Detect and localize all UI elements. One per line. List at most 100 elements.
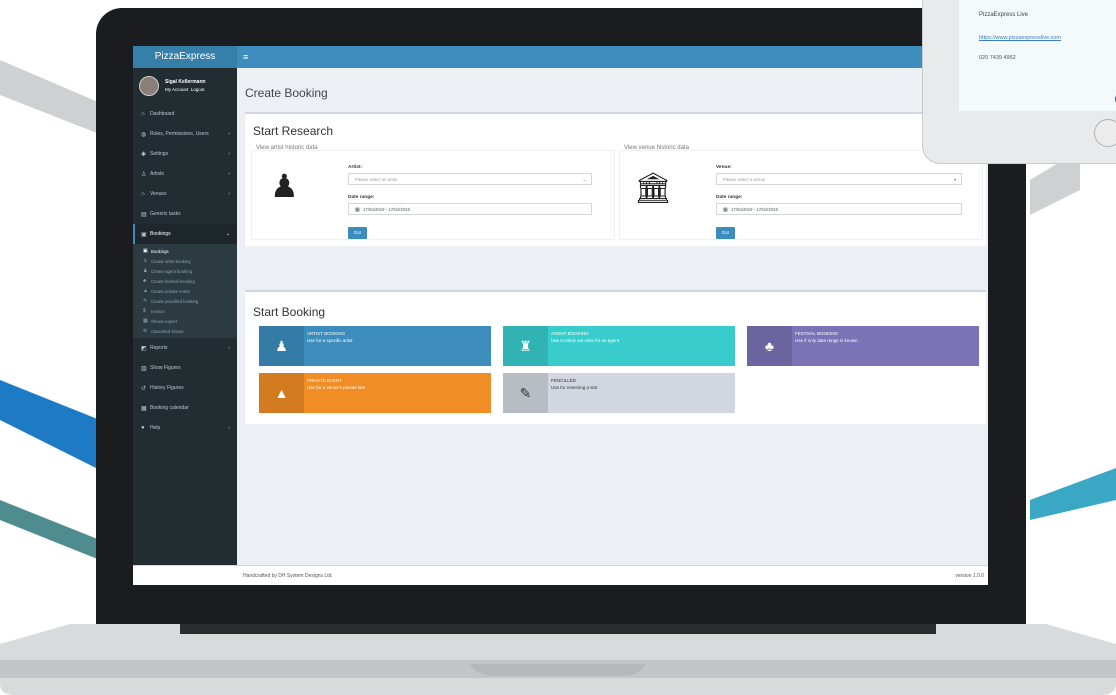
submenu-item[interactable]: ⊘ Cancelled shows: [133, 326, 237, 336]
submenu-item[interactable]: ♣ Create festival booking: [133, 276, 237, 286]
calendar-icon: ▦: [723, 207, 728, 213]
sidebar-menu: ⌂ Dashboard ◍ Roles, Permissions, Users ‹ ✱ Se…: [133, 104, 237, 244]
submenu-icon: ▦: [143, 318, 148, 324]
building-icon: 🏛: [634, 172, 673, 205]
chevron-icon: ‹: [228, 191, 230, 197]
venue-go-button[interactable]: Go!: [716, 227, 735, 239]
booking-box: Start Booking ♟ ARTIST BOOKING Use for a s…: [245, 290, 986, 424]
page-title: Create Booking: [245, 86, 328, 100]
sidebar-item-label: History Figures: [150, 385, 184, 391]
artist-section-label: View artist historic data: [256, 145, 318, 151]
tablet-device: PizzaExpress Live https://www.pizzaexpre…: [922, 0, 1116, 164]
my-account-link[interactable]: My Account: [165, 87, 188, 92]
sidebar-item-label: Venues: [150, 191, 167, 197]
gear-icon: ✱: [141, 151, 147, 158]
venue-section-label: View venue historic data: [624, 145, 689, 151]
chevron-icon: ‹: [228, 151, 230, 157]
pencil-icon: ✎: [503, 373, 548, 413]
venue-date-range-input[interactable]: ▦ 17/04/2018 - 17/04/2018: [716, 203, 962, 215]
calendar-icon: ▦: [355, 207, 360, 213]
artist-date-label: Date range:: [348, 195, 375, 200]
footer-version: version 1.0.0: [955, 573, 984, 579]
brand-logo[interactable]: PizzaExpress: [133, 46, 237, 68]
sidebar: PizzaExpress Sigal Kellermann My Account…: [133, 46, 237, 565]
submenu-item[interactable]: $ Invoice: [133, 306, 237, 316]
lock-icon: ▲: [259, 373, 304, 413]
sidebar-item-label: Dashboard: [150, 111, 175, 117]
sidebar-item-help[interactable]: ● Help ‹: [133, 418, 237, 438]
venue-label: Venue:: [716, 165, 732, 170]
menu-toggle-icon[interactable]: ≡: [243, 52, 248, 62]
submenu-item[interactable]: ▣ Bookings: [133, 246, 237, 256]
submenu-item[interactable]: ♟ Create agent booking: [133, 266, 237, 276]
submenu-icon: ✎: [143, 298, 148, 304]
bookings-submenu: ▣ Bookings ♙ Create artist booking ♟ Create a…: [133, 244, 237, 338]
chevron-icon: ‹: [228, 345, 230, 351]
top-navbar: ≡: [237, 46, 988, 68]
sidebar-item-roles-permissions-users[interactable]: ◍ Roles, Permissions, Users ‹: [133, 124, 237, 144]
tablet-screen: PizzaExpress Live https://www.pizzaexpre…: [959, 0, 1116, 111]
sidebar-item-venues[interactable]: ⌂ Venues ‹: [133, 184, 237, 204]
app-screen: ≡ PizzaExpress Sigal Kellermann My Accou…: [133, 46, 988, 585]
sidebar-item-bookings[interactable]: ▣ Bookings ⌄: [133, 224, 237, 244]
laptop-base: [0, 624, 1116, 695]
venue-date-label: Date range:: [716, 195, 743, 200]
sidebar-item-label: Show Figures: [150, 365, 181, 371]
dashboard-icon: ⌂: [141, 111, 145, 117]
sidebar-item-booking-calendar[interactable]: ▦ Booking calendar: [133, 398, 237, 418]
tablet-home-button: [1094, 119, 1116, 147]
booking-title: Start Booking: [253, 305, 326, 319]
tablet-url-link[interactable]: https://www.pizzaexpresslive.com: [979, 35, 1061, 41]
logout-link[interactable]: Logout: [191, 87, 205, 92]
booking-tile-festival-booking[interactable]: ♣ FESTIVAL BOOKING Use if only date range …: [747, 326, 979, 366]
submenu-item[interactable]: ▦ Shows export: [133, 316, 237, 326]
submenu-icon: ▣: [143, 248, 148, 254]
sidebar-item-label: Settings: [150, 151, 169, 157]
tile-description: Use to block out slots for an agent: [551, 338, 620, 343]
tile-title: ARTIST BOOKING: [307, 331, 346, 336]
bookings-icon: ▣: [141, 231, 147, 238]
history-icon: ↺: [141, 385, 147, 392]
submenu-icon: $: [143, 308, 146, 314]
tablet-venue-name: PizzaExpress Live: [979, 12, 1029, 18]
sidebar-item-show-figures[interactable]: ▥ Show Figures: [133, 358, 237, 378]
sidebar-item-label: Help: [150, 425, 161, 431]
globe-icon: ◍: [141, 131, 147, 138]
tile-title: FESTIVAL BOOKING: [795, 331, 839, 336]
submenu-icon: ♣: [143, 278, 147, 284]
sidebar-item-label: Reports: [150, 345, 168, 351]
artist-select[interactable]: Please select an artist ⌄: [348, 173, 592, 185]
user-panel: Sigal Kellermann My Account Logout: [133, 68, 237, 104]
submenu-item[interactable]: ♙ Create artist booking: [133, 256, 237, 266]
sidebar-item-artists[interactable]: ♙ Artists ‹: [133, 164, 237, 184]
sidebar-item-generic-tasks[interactable]: ▤ Generic tasks: [133, 204, 237, 224]
booking-tile-artist-booking[interactable]: ♟ ARTIST BOOKING Use for a specific artist: [259, 326, 491, 366]
booking-tile-pencilled[interactable]: ✎ PENCILLED Use for reserving a slot: [503, 373, 735, 413]
submenu-icon: ♙: [143, 258, 148, 264]
research-box: Start Research View artist historic data…: [245, 112, 986, 246]
figures-icon: ▥: [141, 365, 147, 372]
artist-label: Artist:: [348, 165, 363, 170]
chevron-icon: ‹: [228, 171, 230, 177]
user-name: Sigal Kellermann: [165, 79, 206, 85]
submenu-item[interactable]: ✎ Create pencilled booking: [133, 296, 237, 306]
tile-title: PENCILLED: [551, 378, 577, 383]
sidebar-item-settings[interactable]: ✱ Settings ‹: [133, 144, 237, 164]
agent-icon: ♜: [503, 326, 548, 366]
artist-icon: ♟: [259, 326, 304, 366]
booking-tile-private-event[interactable]: ▲ PRIVATE EVENT Use for a venue's private …: [259, 373, 491, 413]
artist-date-range-input[interactable]: ▦ 17/04/2018 - 17/04/2018: [348, 203, 592, 215]
sidebar-item-history-figures[interactable]: ↺ History Figures: [133, 378, 237, 398]
submenu-item[interactable]: ▲ Create private event: [133, 286, 237, 296]
chevron-icon: ‹: [228, 131, 230, 137]
sidebar-menu-lower: ◩ Reports ‹ ▥ Show Figures ↺ History Figures ▦ B…: [133, 338, 237, 438]
sidebar-item-reports[interactable]: ◩ Reports ‹: [133, 338, 237, 358]
sidebar-item-dashboard[interactable]: ⌂ Dashboard: [133, 104, 237, 124]
submenu-icon: ⊘: [143, 328, 148, 334]
artist-icon: ♙: [141, 171, 147, 178]
reports-icon: ◩: [141, 345, 147, 352]
calendar-icon: ▦: [141, 405, 147, 412]
venue-select[interactable]: Please select a venue ▾: [716, 173, 962, 185]
booking-tile-agent-booking[interactable]: ♜ AGENT BOOKING Use to block out slots for…: [503, 326, 735, 366]
artist-go-button[interactable]: Go!: [348, 227, 367, 239]
